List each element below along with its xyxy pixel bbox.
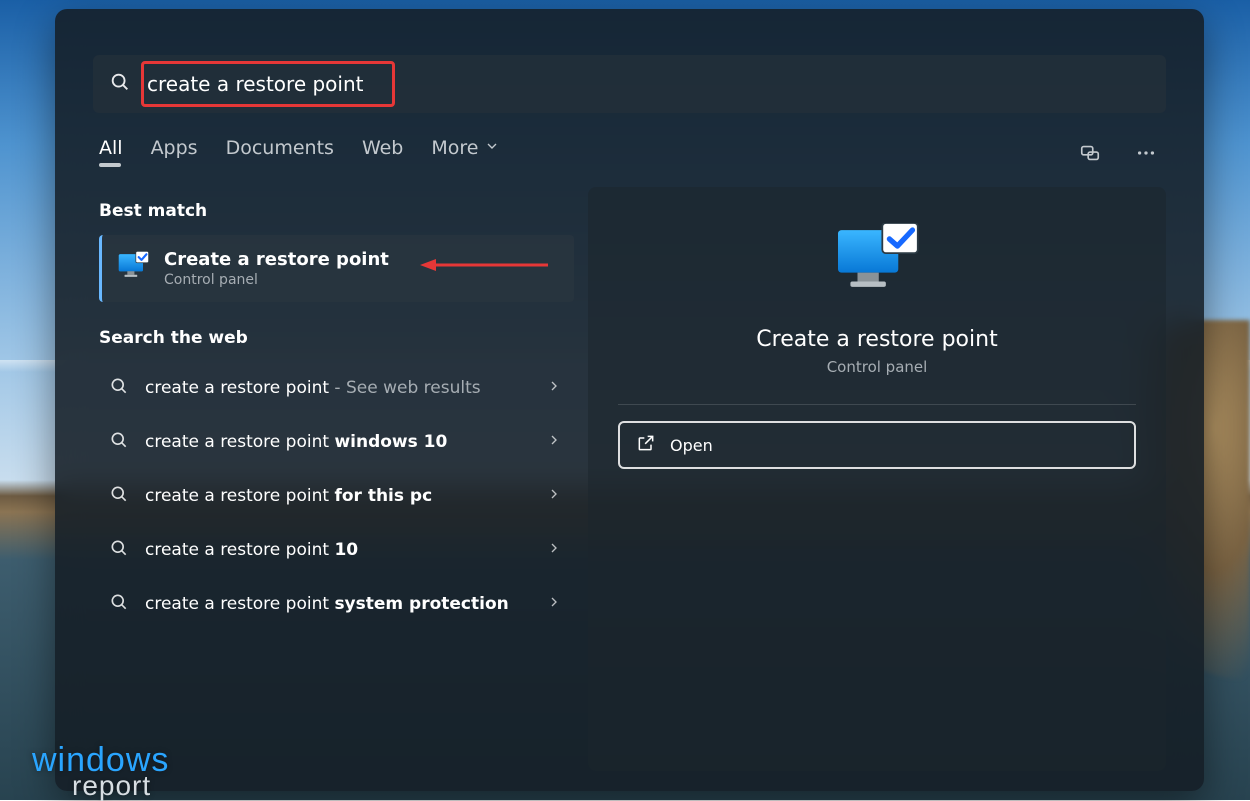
search-icon	[109, 376, 129, 400]
best-match-result[interactable]: Create a restore point Control panel	[99, 235, 574, 302]
search-bar[interactable]	[93, 55, 1166, 113]
tab-label: All	[99, 137, 123, 159]
chevron-right-icon	[546, 432, 562, 452]
web-result[interactable]: create a restore point for this pc	[99, 470, 574, 522]
detail-pane: Create a restore point Control panel Ope…	[588, 187, 1166, 771]
filter-tabs: All Apps Documents Web More	[99, 137, 1160, 169]
detail-subtitle: Control panel	[827, 358, 928, 376]
web-result-text: create a restore point for this pc	[145, 485, 530, 508]
monitor-check-icon	[116, 250, 150, 288]
chevron-right-icon	[546, 486, 562, 506]
divider	[618, 404, 1136, 405]
web-results-list: create a restore point - See web results…	[99, 362, 574, 630]
open-button-label: Open	[670, 436, 713, 455]
chevron-right-icon	[546, 540, 562, 560]
web-result[interactable]: create a restore point 10	[99, 524, 574, 576]
section-best-match: Best match	[99, 201, 574, 221]
more-options-icon[interactable]	[1132, 139, 1160, 167]
tab-web[interactable]: Web	[362, 137, 403, 169]
web-result[interactable]: create a restore point system protection	[99, 578, 574, 630]
chevron-right-icon	[546, 378, 562, 398]
web-result-text: create a restore point windows 10	[145, 431, 530, 454]
web-result-text: create a restore point 10	[145, 539, 530, 562]
web-result[interactable]: create a restore point windows 10	[99, 416, 574, 468]
watermark-line2: report	[72, 776, 169, 796]
best-match-title: Create a restore point	[164, 249, 389, 270]
monitor-check-icon	[834, 223, 920, 305]
section-search-web: Search the web	[99, 328, 574, 348]
tab-label: Apps	[151, 137, 198, 159]
tab-apps[interactable]: Apps	[151, 137, 198, 169]
results-column: Best match Create a restore point	[75, 187, 580, 771]
chevron-down-icon	[484, 137, 500, 159]
tab-label: Documents	[226, 137, 334, 159]
best-match-subtitle: Control panel	[164, 272, 389, 288]
search-panel: All Apps Documents Web More	[55, 9, 1204, 791]
web-result-text: create a restore point system protection	[145, 593, 530, 616]
tab-more[interactable]: More	[431, 137, 500, 169]
detail-title: Create a restore point	[756, 327, 997, 352]
feedback-icon[interactable]	[1076, 139, 1104, 167]
search-icon	[109, 592, 129, 616]
search-icon	[109, 538, 129, 562]
chevron-right-icon	[546, 594, 562, 614]
open-button[interactable]: Open	[618, 421, 1136, 469]
annotation-arrow	[420, 255, 550, 275]
open-external-icon	[636, 433, 656, 457]
search-icon	[109, 484, 129, 508]
tab-all[interactable]: All	[99, 137, 123, 169]
web-result-text: create a restore point - See web results	[145, 377, 530, 400]
web-result[interactable]: create a restore point - See web results	[99, 362, 574, 414]
tab-documents[interactable]: Documents	[226, 137, 334, 169]
search-icon	[109, 430, 129, 454]
tab-label: More	[431, 137, 478, 159]
search-icon	[109, 71, 131, 97]
tab-label: Web	[362, 137, 403, 159]
watermark: windows report	[32, 749, 169, 796]
search-input[interactable]	[145, 71, 1150, 97]
